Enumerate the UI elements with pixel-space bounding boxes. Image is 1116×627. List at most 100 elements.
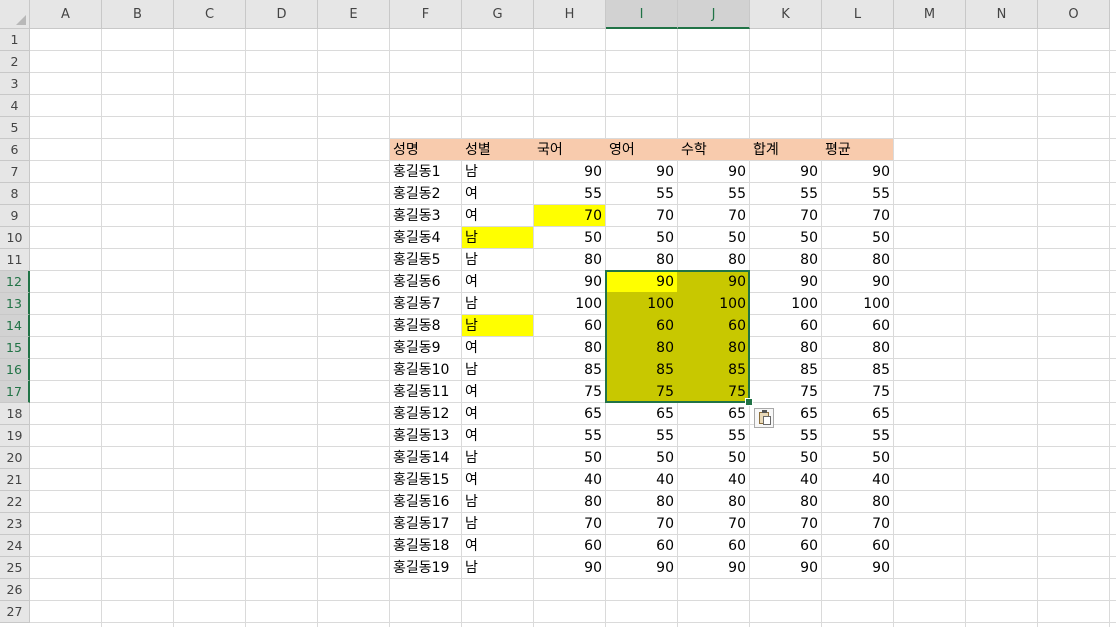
header-cell-average[interactable]: 평균 [822,139,893,161]
cell-korean[interactable]: 60 [534,315,605,337]
cell-korean[interactable]: 80 [534,337,605,359]
cell-average[interactable]: 65 [822,403,893,425]
cell-math[interactable]: 40 [678,469,749,491]
cell-total[interactable]: 80 [750,491,821,513]
cell-korean[interactable]: 80 [534,249,605,271]
row-header-7[interactable]: 7 [0,161,30,183]
header-cell-korean[interactable]: 국어 [534,139,605,161]
cell-english[interactable]: 80 [606,491,677,513]
cell-gender[interactable]: 남 [462,293,533,315]
cell-korean[interactable]: 50 [534,447,605,469]
cell-total[interactable]: 75 [750,381,821,403]
spreadsheet-grid[interactable]: ABCDEFGHIJKLMNO 1 2 3 4 5 6 7 8 9 10 11 12 13 14 15 16 1… [0,0,1116,627]
row-header-10[interactable]: 10 [0,227,30,249]
cell-name[interactable]: 홍길동11 [390,381,461,403]
cell-total[interactable]: 40 [750,469,821,491]
cell-gender[interactable]: 남 [462,315,533,337]
column-header-b[interactable]: B [102,0,174,29]
row-header-13[interactable]: 13 [0,293,30,315]
row-header-21[interactable]: 21 [0,469,30,491]
header-cell-total[interactable]: 합계 [750,139,821,161]
header-cell-english[interactable]: 영어 [606,139,677,161]
cell-average[interactable]: 80 [822,337,893,359]
column-header-a[interactable]: A [30,0,102,29]
cell-english[interactable]: 80 [606,249,677,271]
cell-name[interactable]: 홍길동7 [390,293,461,315]
column-header-n[interactable]: N [966,0,1038,29]
cell-korean[interactable]: 65 [534,403,605,425]
cell-total[interactable]: 60 [750,535,821,557]
cell-english[interactable]: 50 [606,447,677,469]
cell-english[interactable]: 50 [606,227,677,249]
row-header-11[interactable]: 11 [0,249,30,271]
cell-math[interactable]: 50 [678,227,749,249]
column-header-l[interactable]: L [822,0,894,29]
cell-gender[interactable]: 남 [462,249,533,271]
cell-math[interactable]: 90 [678,161,749,183]
cell-math[interactable]: 80 [678,337,749,359]
cell-gender[interactable]: 여 [462,425,533,447]
cell-name[interactable]: 홍길동16 [390,491,461,513]
cell-korean[interactable]: 90 [534,161,605,183]
row-header-3[interactable]: 3 [0,73,30,95]
row-header-18[interactable]: 18 [0,403,30,425]
row-header-5[interactable]: 5 [0,117,30,139]
column-header-c[interactable]: C [174,0,246,29]
row-header-8[interactable]: 8 [0,183,30,205]
column-header-d[interactable]: D [246,0,318,29]
cell-total[interactable]: 70 [750,513,821,535]
cell-korean[interactable]: 75 [534,381,605,403]
cell-total[interactable]: 50 [750,227,821,249]
cell-total[interactable]: 90 [750,557,821,579]
row-header-14[interactable]: 14 [0,315,30,337]
row-header-9[interactable]: 9 [0,205,30,227]
cell-name[interactable]: 홍길동15 [390,469,461,491]
cell-korean[interactable]: 80 [534,491,605,513]
cell-math[interactable]: 70 [678,513,749,535]
cell-math[interactable]: 90 [678,557,749,579]
cell-average[interactable]: 100 [822,293,893,315]
row-header-2[interactable]: 2 [0,51,30,73]
header-cell-math[interactable]: 수학 [678,139,749,161]
cell-gender[interactable]: 여 [462,183,533,205]
cell-korean[interactable]: 60 [534,535,605,557]
cell-name[interactable]: 홍길동19 [390,557,461,579]
paste-options-icon[interactable] [754,408,774,428]
cell-english[interactable]: 70 [606,205,677,227]
cell-korean[interactable]: 40 [534,469,605,491]
cell-average[interactable]: 85 [822,359,893,381]
cell-gender[interactable]: 남 [462,513,533,535]
cell-english[interactable]: 40 [606,469,677,491]
cell-korean[interactable]: 90 [534,271,605,293]
cell-name[interactable]: 홍길동5 [390,249,461,271]
cell-gender[interactable]: 여 [462,381,533,403]
cell-korean[interactable]: 55 [534,425,605,447]
cell-english[interactable]: 60 [606,315,677,337]
column-header-k[interactable]: K [750,0,822,29]
cell-math[interactable]: 55 [678,183,749,205]
fill-handle[interactable] [745,398,753,406]
cell-math[interactable]: 50 [678,447,749,469]
cell-math[interactable]: 100 [678,293,749,315]
cell-gender[interactable]: 남 [462,359,533,381]
column-header-e[interactable]: E [318,0,390,29]
cell-gender[interactable]: 여 [462,535,533,557]
cell-math[interactable]: 80 [678,249,749,271]
cell-english[interactable]: 90 [606,557,677,579]
cell-korean[interactable]: 100 [534,293,605,315]
cell-average[interactable]: 70 [822,205,893,227]
cell-name[interactable]: 홍길동17 [390,513,461,535]
row-header-22[interactable]: 22 [0,491,30,513]
cell-math[interactable]: 90 [678,271,749,293]
cell-korean[interactable]: 55 [534,183,605,205]
cell-name[interactable]: 홍길동3 [390,205,461,227]
cell-name[interactable]: 홍길동4 [390,227,461,249]
row-header-24[interactable]: 24 [0,535,30,557]
cell-english[interactable]: 90 [606,161,677,183]
cell-average[interactable]: 55 [822,183,893,205]
cell-korean[interactable]: 70 [534,205,605,227]
cell-name[interactable]: 홍길동13 [390,425,461,447]
row-header-16[interactable]: 16 [0,359,30,381]
cell-gender[interactable]: 남 [462,557,533,579]
cell-average[interactable]: 90 [822,557,893,579]
